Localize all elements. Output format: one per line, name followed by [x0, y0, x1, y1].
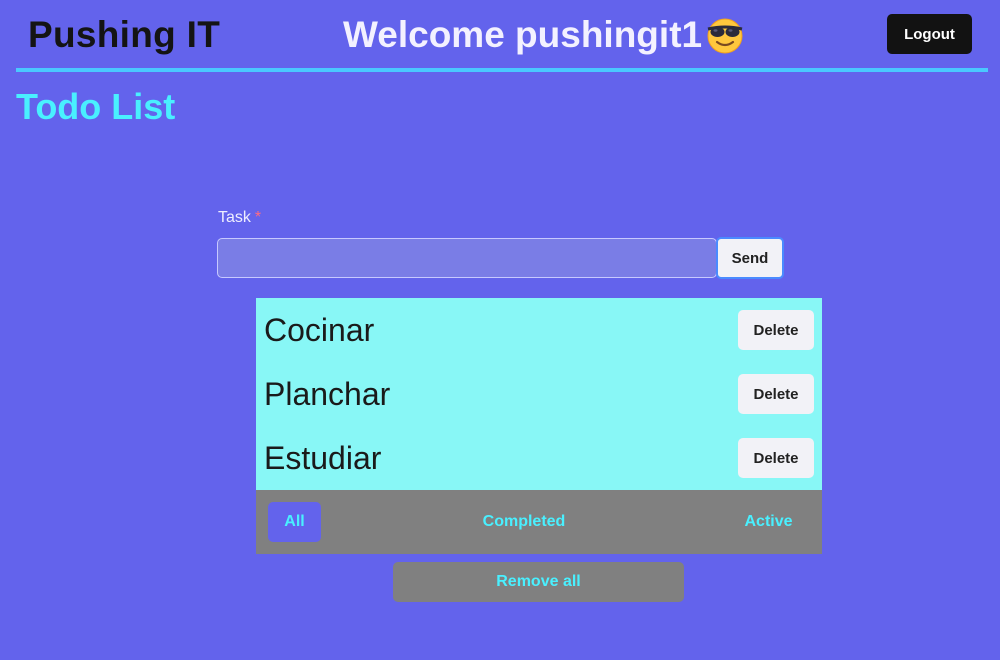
todo-list: Cocinar Delete Planchar Delete Estudiar … — [256, 298, 822, 490]
filter-bar: All Completed Active — [256, 490, 822, 554]
todo-item-text: Estudiar — [264, 440, 382, 476]
todo-item[interactable]: Estudiar Delete — [256, 426, 822, 490]
todo-panel: Cocinar Delete Planchar Delete Estudiar … — [256, 298, 822, 554]
todo-item-text: Cocinar — [264, 312, 375, 348]
remove-all-button[interactable]: Remove all — [393, 562, 684, 602]
welcome-message: Welcome pushingit1 — [343, 14, 703, 55]
page-title: Todo List — [16, 86, 176, 127]
filter-all-button[interactable]: All — [268, 502, 321, 542]
delete-button[interactable]: Delete — [738, 438, 814, 478]
required-marker: * — [254, 209, 262, 226]
delete-button[interactable]: Delete — [738, 310, 814, 350]
task-field-label: Task * — [218, 209, 261, 227]
delete-button[interactable]: Delete — [738, 374, 814, 414]
task-label-text: Task — [218, 209, 251, 226]
brand-logo-text: Pushing IT — [28, 14, 221, 55]
todo-item[interactable]: Cocinar Delete — [256, 298, 822, 362]
filter-active-button[interactable]: Active — [730, 502, 807, 542]
send-button[interactable]: Send — [716, 237, 784, 279]
app-header: Pushing IT Welcome pushingit1 Logout — [16, 0, 988, 72]
todo-item-text: Planchar — [264, 376, 391, 412]
logout-button[interactable]: Logout — [887, 14, 972, 54]
smiling-face-with-sunglasses-icon — [707, 18, 743, 54]
task-input[interactable] — [217, 238, 717, 278]
todo-item[interactable]: Planchar Delete — [256, 362, 822, 426]
filter-completed-button[interactable]: Completed — [466, 502, 582, 542]
